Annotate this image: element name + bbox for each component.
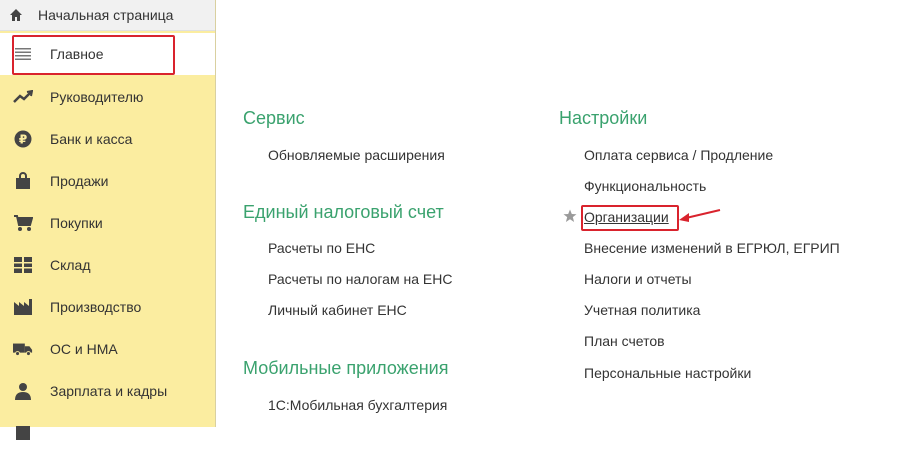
link-mobile-accounting[interactable]: 1С:Мобильная бухгалтерия xyxy=(268,397,447,413)
sidebar-item-label: Производство xyxy=(50,299,142,315)
svg-text:₽: ₽ xyxy=(19,133,27,147)
sidebar-item-label: Продажи xyxy=(50,173,109,189)
link-functionality[interactable]: Функциональность xyxy=(584,178,706,194)
sidebar-item-label: ОС и НМА xyxy=(50,341,118,357)
factory-icon xyxy=(13,297,33,317)
home-page-label: Начальная страница xyxy=(38,7,174,23)
sidebar-item-salary[interactable]: Зарплата и кадры xyxy=(0,370,215,412)
sidebar-item-fixed-assets[interactable]: ОС и НМА xyxy=(0,328,215,370)
sidebar-item-partial[interactable] xyxy=(0,412,215,454)
sidebar-item-warehouse[interactable]: Склад xyxy=(0,244,215,286)
sidebar-item-purchases[interactable]: Покупки xyxy=(0,202,215,244)
highlight-box-organizations xyxy=(581,205,679,231)
person-icon xyxy=(13,381,33,401)
sidebar-item-bank[interactable]: ₽ Банк и касса xyxy=(0,118,215,160)
link-accounting-policy[interactable]: Учетная политика xyxy=(584,302,700,318)
sidebar-item-production[interactable]: Производство xyxy=(0,286,215,328)
home-page-button[interactable]: Начальная страница xyxy=(0,0,215,31)
ruble-coin-icon: ₽ xyxy=(13,129,33,149)
section-title-mobile-apps: Мобильные приложения xyxy=(243,358,449,378)
shopping-bag-icon xyxy=(13,171,33,191)
red-arrow-icon xyxy=(676,206,722,226)
link-chart-of-accounts[interactable]: План счетов xyxy=(584,333,665,349)
truck-icon xyxy=(13,339,33,359)
sidebar-item-label: Склад xyxy=(50,257,91,273)
highlight-box-main xyxy=(12,35,175,75)
favorite-star-icon[interactable] xyxy=(563,209,577,223)
sidebar-item-label: Руководителю xyxy=(50,89,144,105)
link-service-payment[interactable]: Оплата сервиса / Продление xyxy=(584,147,773,163)
sidebar-item-label: Покупки xyxy=(50,215,103,231)
sidebar-item-label: Зарплата и кадры xyxy=(50,383,168,399)
sidebar: Начальная страница Главное Руководителю … xyxy=(0,0,216,440)
section-title-settings: Настройки xyxy=(559,108,648,128)
link-taxes-reports[interactable]: Налоги и отчеты xyxy=(584,271,692,287)
section-title-ens: Единый налоговый счет xyxy=(243,202,444,222)
grid-warehouse-icon xyxy=(13,255,33,275)
sidebar-item-sales[interactable]: Продажи xyxy=(0,160,215,202)
trend-up-icon xyxy=(13,87,33,107)
partial-icon xyxy=(13,423,33,443)
link-ens-settlements[interactable]: Расчеты по ЕНС xyxy=(268,240,375,256)
section-title-service: Сервис xyxy=(243,108,305,128)
link-egrul-changes[interactable]: Внесение изменений в ЕГРЮЛ, ЕГРИП xyxy=(584,240,840,256)
sidebar-item-director[interactable]: Руководителю xyxy=(0,76,215,118)
link-updatable-extensions[interactable]: Обновляемые расширения xyxy=(268,147,445,163)
link-ens-tax-settlements[interactable]: Расчеты по налогам на ЕНС xyxy=(268,271,452,287)
home-icon xyxy=(9,8,23,22)
link-ens-cabinet[interactable]: Личный кабинет ЕНС xyxy=(268,302,407,318)
link-personal-settings[interactable]: Персональные настройки xyxy=(584,365,751,381)
cart-icon xyxy=(13,213,33,233)
sidebar-item-label: Банк и касса xyxy=(50,131,133,147)
